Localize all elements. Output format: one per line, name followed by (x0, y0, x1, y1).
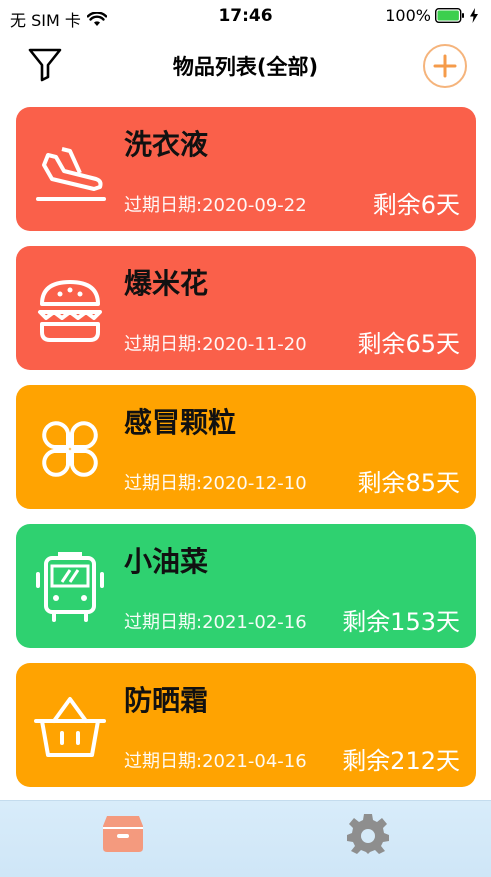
item-card[interactable]: 洗衣液 过期日期:2020-09-22 剩余6天 (16, 107, 476, 231)
gear-icon (347, 814, 389, 854)
clover-icon (42, 421, 98, 477)
plus-icon (433, 54, 457, 78)
item-expiry-date: 过期日期:2020-11-20 (124, 334, 307, 355)
item-days-remaining: 剩余6天 (372, 191, 460, 219)
burger-icon (38, 280, 102, 342)
item-expiry-date: 过期日期:2021-02-16 (124, 612, 307, 633)
status-bar: 无 SIM 卡 17:46 100% (0, 0, 491, 34)
item-days-remaining: 剩余65天 (357, 330, 460, 358)
item-expiry-date: 过期日期:2020-09-22 (124, 195, 307, 216)
item-expiry-date: 过期日期:2021-04-16 (124, 751, 307, 772)
item-name: 感冒颗粒 (124, 406, 237, 439)
item-card[interactable]: 防晒霜 过期日期:2021-04-16 剩余212天 (16, 663, 476, 787)
box-icon (103, 816, 143, 852)
item-card[interactable]: 爆米花 过期日期:2020-11-20 剩余65天 (16, 246, 476, 370)
tab-bar (0, 800, 491, 877)
item-card[interactable]: 小油菜 过期日期:2021-02-16 剩余153天 (16, 524, 476, 648)
item-name: 爆米花 (124, 267, 209, 300)
basket-icon (34, 697, 106, 757)
item-card[interactable]: 感冒颗粒 过期日期:2020-12-10 剩余85天 (16, 385, 476, 509)
item-list[interactable]: 洗衣液 过期日期:2020-09-22 剩余6天 爆米花 过期日期:2020-1… (16, 107, 476, 802)
bus-icon (36, 552, 104, 622)
item-name: 洗衣液 (124, 128, 209, 161)
charging-bolt-icon (470, 8, 478, 23)
item-days-remaining: 剩余85天 (357, 469, 460, 497)
page-title: 物品列表(全部) (172, 55, 319, 79)
item-name: 防晒霜 (124, 684, 209, 717)
item-expiry-date: 过期日期:2020-12-10 (124, 473, 307, 494)
battery-percent: 100% (385, 6, 431, 25)
battery-icon (435, 8, 464, 23)
tab-list[interactable] (93, 809, 153, 857)
battery-group: 100% (385, 6, 479, 25)
plane-landing-icon (36, 147, 106, 201)
item-name: 小油菜 (124, 545, 209, 578)
item-days-remaining: 剩余212天 (342, 747, 460, 775)
nav-bar: 物品列表(全部) (0, 36, 491, 98)
tab-settings[interactable] (338, 809, 398, 857)
item-days-remaining: 剩余153天 (342, 608, 460, 636)
add-item-button[interactable] (423, 44, 467, 88)
